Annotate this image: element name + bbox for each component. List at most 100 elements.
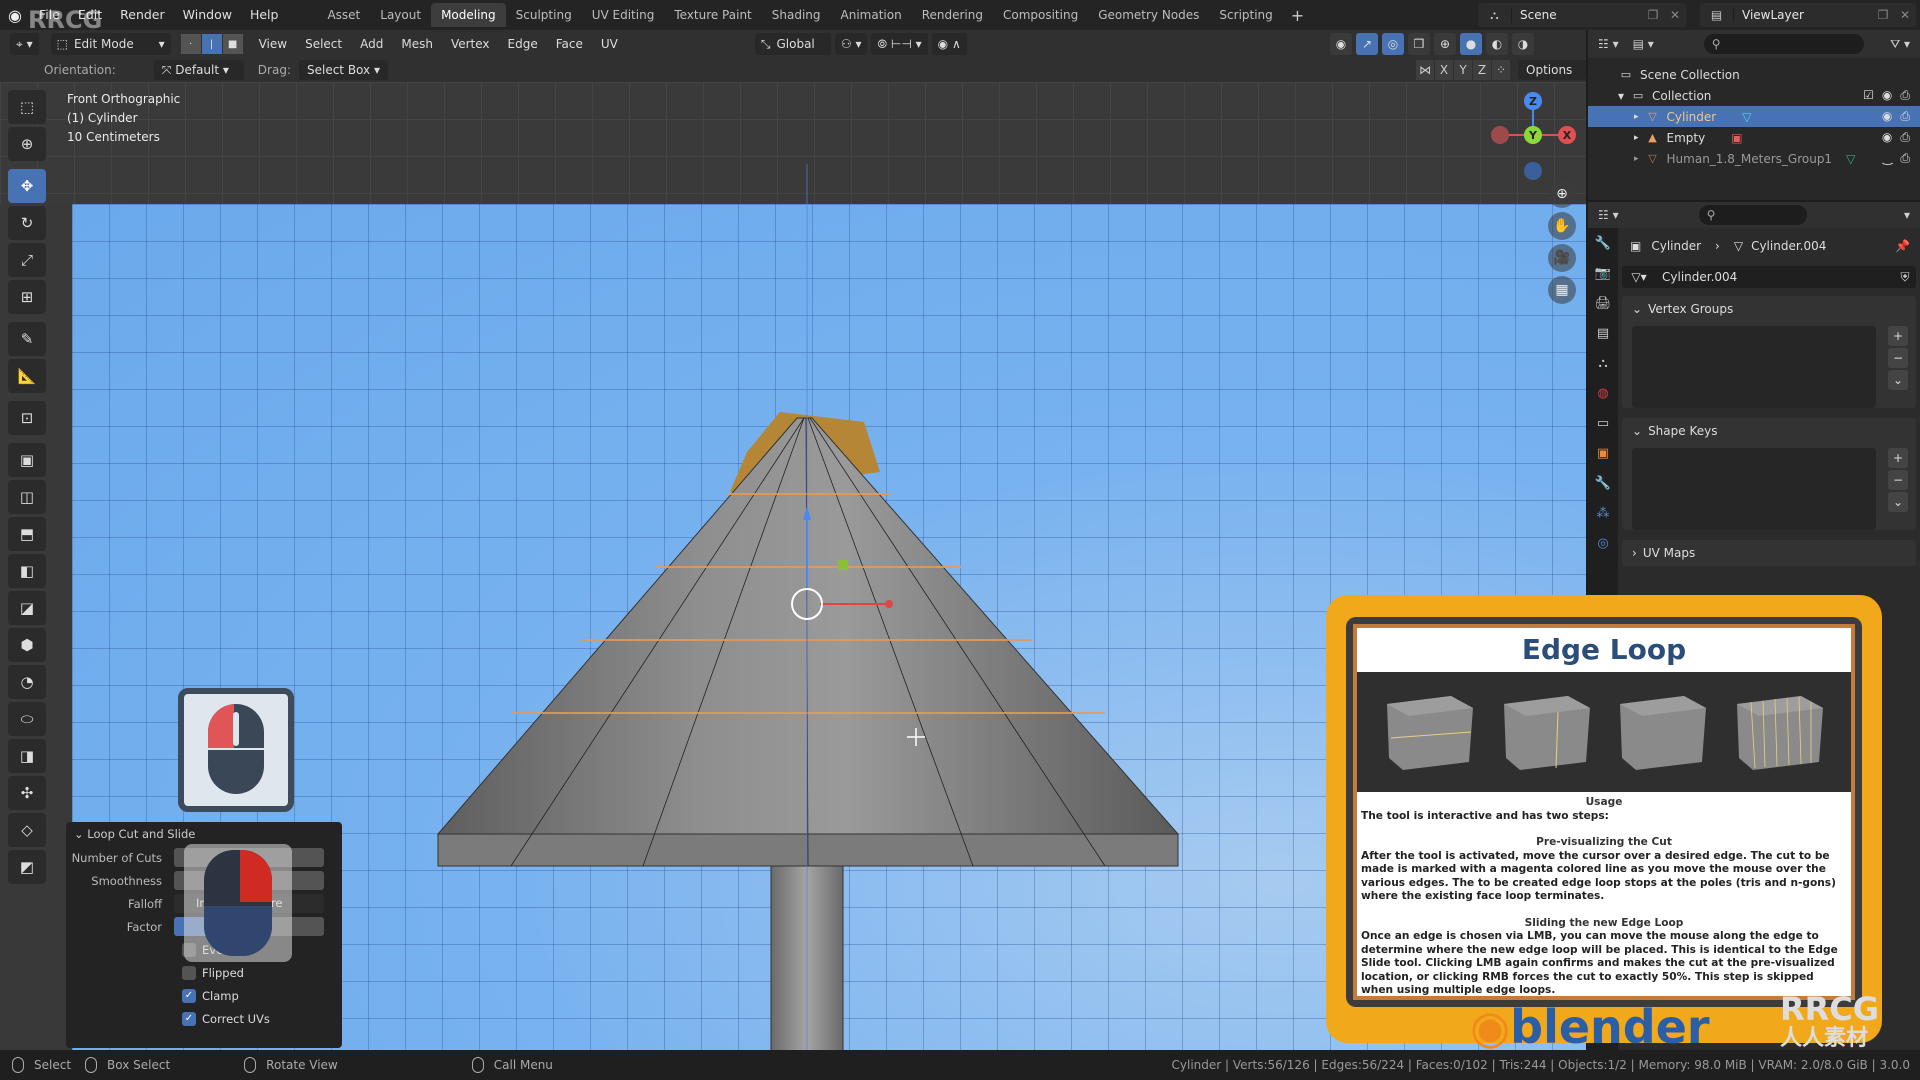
menu-face[interactable]: Face [547,37,592,51]
outliner-item-cylinder[interactable]: ▸ ▽ Cylinder ▽ ◉ ⎙ [1588,106,1920,127]
camera-icon[interactable]: ⎙ [1900,109,1910,124]
display-mode-icon[interactable]: ☷ ▾ [1598,37,1619,51]
physics-tab-icon[interactable]: ◎ [1588,528,1618,558]
spin-tool[interactable]: ◔ [8,665,46,699]
add-shape-key-button[interactable]: + [1888,448,1908,468]
blender-logo-icon[interactable]: ◉ [0,0,30,30]
options-dropdown[interactable]: Options ▾ [1518,60,1586,97]
extrude-region-tool[interactable]: ▣ [8,443,46,477]
tool-tab-icon[interactable]: 🔧 [1588,228,1618,258]
mirror-y-button[interactable]: Y [1454,60,1472,80]
shape-keys-list[interactable] [1632,448,1876,530]
gizmo-y-axis[interactable]: Y [1524,126,1542,144]
outliner-search-input[interactable]: ⚲ [1703,34,1864,54]
knife-tool[interactable]: ◪ [8,591,46,625]
tab-modeling[interactable]: Modeling [431,3,506,27]
mesh-data-icon[interactable]: ▽ [1846,152,1855,166]
shrink-fatten-tool[interactable]: ✣ [8,776,46,810]
scene-tab-icon[interactable]: ⛬ [1588,348,1618,378]
mesh-browse-icon[interactable]: ▽▾ [1622,270,1656,284]
object-tab-icon[interactable]: ▣ [1588,438,1618,468]
edge-slide-tool[interactable]: ◨ [8,739,46,773]
material-shading-icon[interactable]: ◐ [1486,33,1508,55]
menu-render[interactable]: Render [111,0,174,30]
view-layer-name[interactable]: ViewLayer [1734,8,1872,22]
operator-panel-header[interactable]: ⌄ Loop Cut and Slide [66,822,342,846]
scene-collection-row[interactable]: ▭ Scene Collection [1588,64,1920,85]
eye-icon[interactable]: ◉ [1882,130,1892,145]
tab-asset[interactable]: Asset [317,3,370,27]
face-select-mode-button[interactable]: ■ [222,34,243,54]
properties-search-input[interactable]: ⚲ [1698,205,1807,225]
menu-add[interactable]: Add [351,37,392,51]
menu-uv[interactable]: UV [592,37,627,51]
modifiers-tab-icon[interactable]: 🔧 [1588,468,1618,498]
rotate-tool[interactable]: ↻ [8,206,46,240]
shear-tool[interactable]: ◇ [8,813,46,847]
cursor-tool[interactable]: ⊕ [8,127,46,161]
menu-view[interactable]: View [250,37,296,51]
gizmo-y-plane-handle[interactable] [838,560,848,570]
flipped-check-icon[interactable] [182,965,196,980]
flipped-checkbox[interactable]: Flipped [66,961,342,984]
add-workspace-button[interactable]: + [1283,6,1312,25]
rip-region-tool[interactable]: ◩ [8,850,46,884]
pan-view-icon[interactable]: ✋ [1548,212,1576,240]
measure-tool[interactable]: 📐 [8,359,46,393]
mirror-z-button[interactable]: Z [1473,60,1491,80]
expand-arrow-icon[interactable]: ▸ [1634,112,1639,122]
menu-mesh[interactable]: Mesh [392,37,442,51]
eye-hidden-icon[interactable]: ‿ [1883,151,1893,166]
shape-keys-header[interactable]: ⌄ Shape Keys [1622,418,1916,444]
loop-cut-tool[interactable]: ◧ [8,554,46,588]
tab-shading[interactable]: Shading [762,3,831,27]
vertex-select-mode-button[interactable]: · [180,34,201,54]
outliner-item-empty[interactable]: ▸ ▲ Empty ▣ ◉ ⎙ [1588,127,1920,148]
wireframe-shading-icon[interactable]: ⊕ [1434,33,1456,55]
clamp-checkbox[interactable]: ✓ Clamp [66,984,342,1007]
solid-shading-icon[interactable]: ● [1460,33,1482,55]
menu-window[interactable]: Window [174,0,241,30]
tab-geometry-nodes[interactable]: Geometry Nodes [1088,3,1209,27]
scale-tool[interactable]: ⤢ [8,243,46,277]
add-cube-tool[interactable]: ⊡ [8,401,46,435]
pivot-point-dropdown[interactable]: ⚇ ▾ [834,33,868,55]
render-tab-icon[interactable]: 📷 [1588,258,1618,288]
annotate-tool[interactable]: ✎ [8,322,46,356]
delete-view-layer-icon[interactable]: ✕ [1894,8,1916,22]
chevron-down-icon[interactable]: ▾ [1904,208,1910,222]
topology-mirror-icon[interactable]: ⁘ [1492,60,1510,80]
move-tool[interactable]: ✥ [8,169,46,203]
vertex-groups-list[interactable] [1632,326,1876,408]
tab-rendering[interactable]: Rendering [912,3,993,27]
menu-help[interactable]: Help [241,0,288,30]
correct-uvs-checkbox[interactable]: ✓ Correct UVs [66,1007,342,1030]
new-scene-icon[interactable]: ❐ [1642,8,1664,22]
gizmo-z-axis[interactable]: Z [1524,92,1542,110]
view-layer-tab-icon[interactable]: ▤ [1588,318,1618,348]
collection-tab-icon[interactable]: ▭ [1588,408,1618,438]
pin-icon[interactable]: 📌 [1895,239,1910,253]
mesh-datablock-field[interactable]: ▽▾ Cylinder.004 ⛨ [1622,266,1916,288]
menu-select[interactable]: Select [296,37,351,51]
menu-vertex[interactable]: Vertex [442,37,499,51]
exclude-checkbox[interactable]: ☑ [1863,88,1874,103]
world-tab-icon[interactable]: ◍ [1588,378,1618,408]
gizmo-x-handle[interactable] [885,600,893,608]
add-vertex-group-button[interactable]: + [1888,326,1908,346]
bevel-tool[interactable]: ⬒ [8,517,46,551]
mesh-data-icon[interactable]: ▽ [1742,110,1751,124]
snap-toggle[interactable]: ⦾ ⊢⊣ ▾ [871,33,928,55]
camera-icon[interactable]: ⎙ [1900,130,1910,145]
tab-scripting[interactable]: Scripting [1209,3,1282,27]
mode-dropdown[interactable]: ⬚ Edit Mode ▾ [50,33,171,55]
xray-toggle-icon[interactable]: ❒ [1408,33,1430,55]
orientation-dropdown[interactable]: ⤧ Default ▾ [153,60,244,80]
tab-sculpting[interactable]: Sculpting [506,3,582,27]
tab-animation[interactable]: Animation [831,3,912,27]
delete-scene-icon[interactable]: ✕ [1664,8,1686,22]
expand-arrow-icon[interactable]: ▸ [1634,154,1639,164]
navigation-gizmo[interactable]: Z Y X [1490,90,1580,180]
correct-uvs-check-icon[interactable]: ✓ [182,1011,196,1026]
editor-type-button[interactable]: ⌖ ▾ [10,33,39,55]
